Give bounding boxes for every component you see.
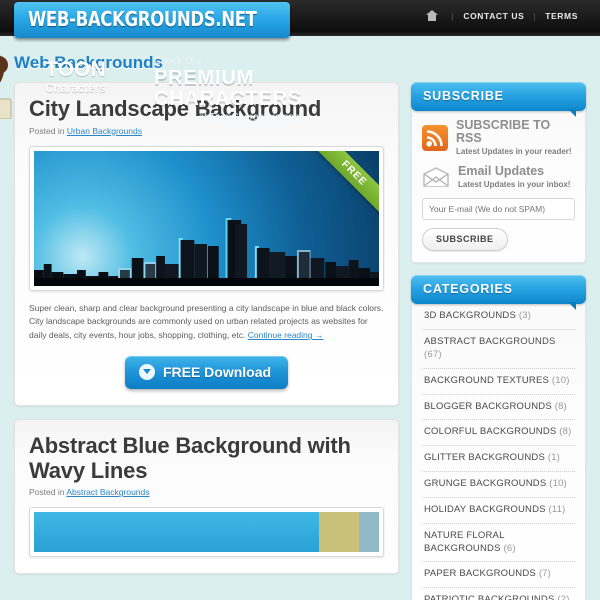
categories-heading: CATEGORIES (411, 275, 586, 311)
rss-icon (422, 124, 448, 151)
category-link[interactable]: BLOGGER BACKGROUNDS (424, 401, 552, 412)
rss-text-block: SUBSCRIBE TO RSS Latest Updates in your … (456, 118, 575, 157)
post-meta-prefix: Posted in (29, 487, 67, 498)
category-item[interactable]: PAPER BACKGROUNDS (7) (422, 562, 575, 589)
category-link[interactable]: PATRIOTIC BACKGROUNDS (424, 594, 555, 600)
category-item[interactable]: GRUNGE BACKGROUNDS (10) (422, 472, 575, 498)
rss-subtitle: Latest Updates in your reader! (456, 147, 572, 157)
category-count: (67) (424, 349, 442, 360)
category-count: (2) (557, 594, 570, 600)
category-item[interactable]: HOLIDAY BACKGROUNDS (11) (422, 498, 575, 524)
category-item[interactable]: NATURE FLORAL BACKGROUNDS (6) (422, 524, 575, 563)
category-count: (8) (559, 426, 572, 438)
site-logo-text: WEB-BACKGROUNDS.NET (28, 7, 257, 31)
category-count: (10) (549, 478, 567, 490)
subscribe-email-row: Email Updates Latest Updates in your inb… (422, 165, 575, 189)
download-row: FREE Download (29, 355, 384, 389)
post-meta: Posted in Urban Backgrounds (29, 126, 384, 136)
city-landscape-image[interactable]: FREE (34, 150, 379, 286)
sidebar: SUBSCRIBE SUBSCRIBE TO RSS Latest Update… (411, 82, 586, 600)
post-card: Abstract Blue Background with Wavy Lines… (14, 418, 399, 575)
subscribe-body: SUBSCRIBE TO RSS Latest Updates in your … (411, 109, 586, 264)
category-count: (11) (548, 503, 566, 515)
post-title[interactable]: Abstract Blue Background with Wavy Lines (29, 433, 384, 483)
subscribe-button[interactable]: SUBSCRIBE (422, 228, 508, 252)
post-meta-prefix: Posted in (29, 125, 67, 136)
category-count: (6) (503, 542, 516, 554)
post-thumbnail-frame[interactable]: FREE (29, 145, 384, 291)
subscribe-widget: SUBSCRIBE SUBSCRIBE TO RSS Latest Update… (411, 82, 586, 264)
category-count: (8) (554, 400, 567, 412)
download-circle-icon (138, 363, 155, 380)
category-count: (3) (518, 310, 532, 322)
subscribe-rss-row[interactable]: SUBSCRIBE TO RSS Latest Updates in your … (422, 118, 575, 157)
home-icon (425, 9, 439, 21)
top-navigation: | CONTACT US | TERMS (417, 9, 587, 23)
top-bar: WEB-BACKGROUNDS.NET | CONTACT US | TERMS (0, 0, 600, 38)
category-link[interactable]: HOLIDAY BACKGROUNDS (424, 504, 546, 515)
nav-terms[interactable]: TERMS (536, 11, 587, 21)
category-link[interactable]: NATURE FLORAL BACKGROUNDS (424, 530, 504, 554)
category-link[interactable]: GLITTER BACKGROUNDS (424, 452, 545, 463)
category-link[interactable]: BACKGROUND TEXTURES (424, 375, 549, 386)
main-content: City Landscape Background Posted in Urba… (14, 82, 399, 587)
email-text-block: Email Updates Latest Updates in your inb… (458, 164, 571, 190)
post-meta: Posted in Abstract Backgrounds (29, 487, 384, 497)
category-link[interactable]: ABSTRACT BACKGROUNDS (424, 336, 556, 347)
category-link[interactable]: COLORFUL BACKGROUNDS (424, 426, 556, 437)
email-updates-title: Email Updates (458, 164, 545, 179)
category-count: (10) (551, 374, 570, 386)
free-download-label: FREE Download (162, 363, 272, 380)
category-link[interactable]: 3D BACKGROUNDS (424, 310, 516, 321)
categories-list: 3D BACKGROUNDS (3) ABSTRACT BACKGROUNDS … (422, 304, 575, 600)
rss-arcs-icon (426, 129, 443, 147)
nav-contact-us[interactable]: CONTACT US (454, 11, 533, 21)
post-card: City Landscape Background Posted in Urba… (14, 82, 399, 406)
post-excerpt-text: Super clean, sharp and clear background … (29, 302, 384, 341)
category-item[interactable]: COLORFUL BACKGROUNDS (8) (422, 420, 575, 447)
subscribe-heading: SUBSCRIBE (411, 82, 586, 117)
category-item[interactable]: BACKGROUND TEXTURES (10) (422, 369, 575, 395)
category-item[interactable]: ABSTRACT BACKGROUNDS (67) (422, 330, 575, 369)
category-item[interactable]: PATRIOTIC BACKGROUNDS (2) (422, 588, 575, 600)
categories-widget: CATEGORIES 3D BACKGROUNDS (3) ABSTRACT B… (411, 275, 586, 600)
content-columns: City Landscape Background Posted in Urba… (0, 82, 600, 600)
free-ribbon: FREE (305, 150, 379, 222)
categories-body: 3D BACKGROUNDS (3) ABSTRACT BACKGROUNDS … (411, 302, 586, 600)
post-category-link[interactable]: Abstract Backgrounds (66, 487, 149, 497)
rss-title: SUBSCRIBE TO RSS (456, 118, 551, 146)
post-thumbnail-frame[interactable] (29, 507, 384, 558)
nav-home-link[interactable] (417, 9, 452, 23)
category-count: (1) (547, 452, 561, 464)
category-link[interactable]: PAPER BACKGROUNDS (424, 568, 536, 579)
continue-reading-link[interactable]: Continue reading → (248, 330, 324, 340)
envelope-icon (423, 167, 449, 187)
abstract-blue-image[interactable] (34, 512, 379, 553)
category-count: (7) (538, 568, 552, 580)
category-item[interactable]: GLITTER BACKGROUNDS (1) (422, 446, 575, 473)
site-logo[interactable]: WEB-BACKGROUNDS.NET (14, 2, 291, 38)
post-excerpt: Super clean, sharp and clear background … (29, 302, 384, 343)
email-updates-subtitle: Latest Updates in your inbox! (458, 180, 571, 190)
category-link[interactable]: GRUNGE BACKGROUNDS (424, 478, 546, 489)
post-category-link[interactable]: Urban Backgrounds (67, 126, 142, 136)
city-skyline-graphic (34, 217, 379, 286)
free-download-button[interactable]: FREE Download (124, 355, 289, 389)
category-item[interactable]: 3D BACKGROUNDS (3) (422, 304, 575, 331)
email-input[interactable] (422, 198, 575, 221)
category-item[interactable]: BLOGGER BACKGROUNDS (8) (422, 395, 575, 421)
